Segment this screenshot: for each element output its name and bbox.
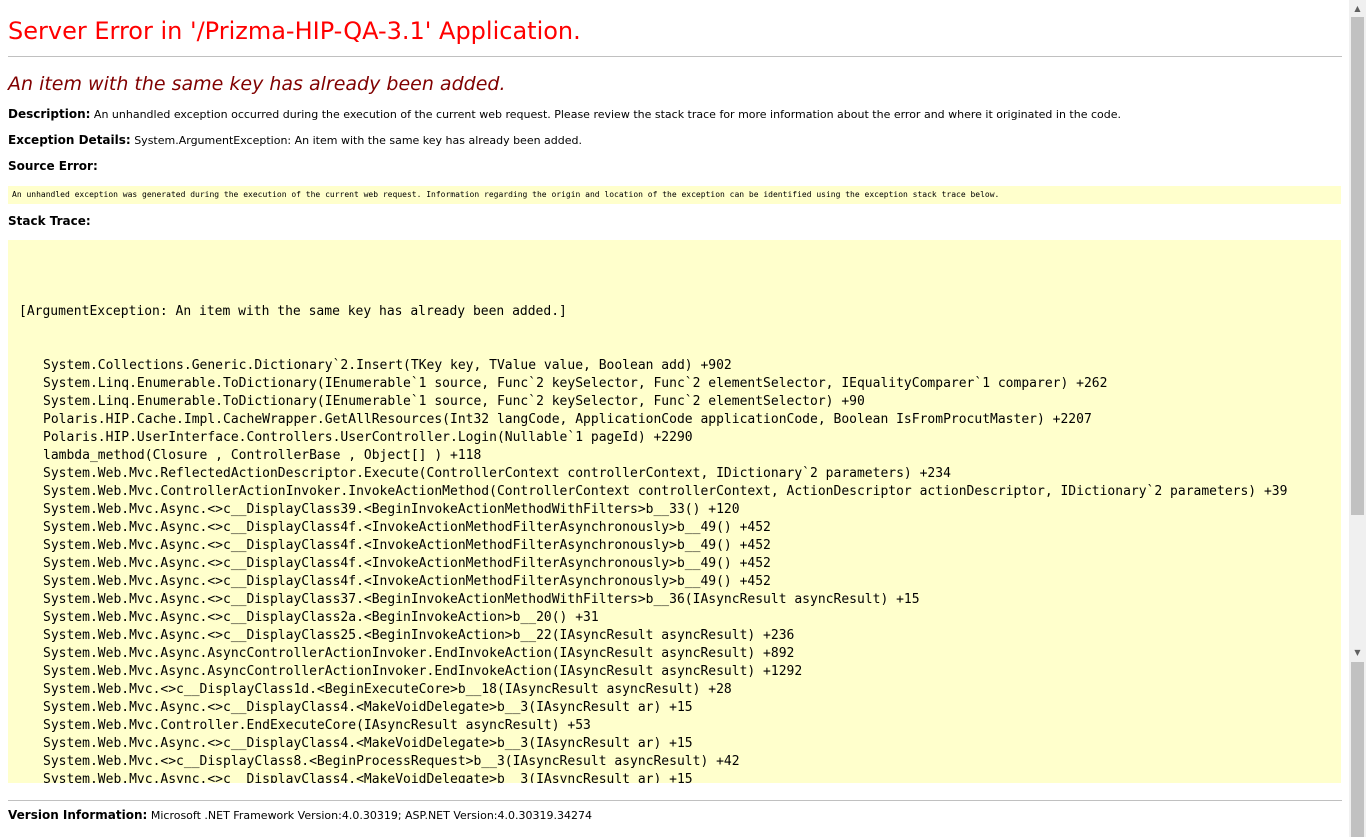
- version-information-text: Microsoft .NET Framework Version:4.0.303…: [150, 809, 592, 822]
- stack-frame: System.Web.Mvc.ReflectedActionDescriptor…: [43, 466, 951, 481]
- description-text: An unhandled exception occurred during t…: [93, 108, 1122, 121]
- error-page: Server Error in '/Prizma-HIP-QA-3.1' App…: [8, 0, 1342, 823]
- stack-frame: System.Web.Mvc.ControllerActionInvoker.I…: [43, 484, 1288, 499]
- stack-frame: System.Collections.Generic.Dictionary`2.…: [43, 358, 732, 373]
- stack-frame: System.Web.Mvc.Async.<>c__DisplayClass4.…: [43, 772, 693, 783]
- source-error-box: An unhandled exception was generated dur…: [8, 186, 1341, 204]
- stack-frame: System.Web.Mvc.<>c__DisplayClass8.<Begin…: [43, 754, 740, 769]
- exception-details-line: Exception Details: System.ArgumentExcept…: [8, 133, 1342, 148]
- stack-trace-box: [ArgumentException: An item with the sam…: [8, 240, 1341, 783]
- description-line: Description: An unhandled exception occu…: [8, 107, 1342, 122]
- scrollbar-track-lower[interactable]: [1351, 662, 1364, 837]
- stack-frame: System.Web.Mvc.Async.<>c__DisplayClass2a…: [43, 610, 599, 625]
- stack-frame: System.Web.Mvc.Async.<>c__DisplayClass4f…: [43, 556, 771, 571]
- stack-frame: System.Web.Mvc.Controller.EndExecuteCore…: [43, 718, 591, 733]
- stack-frame: System.Linq.Enumerable.ToDictionary(IEnu…: [43, 376, 1108, 391]
- stack-frame: System.Web.Mvc.Async.<>c__DisplayClass25…: [43, 628, 795, 643]
- page-title: Server Error in '/Prizma-HIP-QA-3.1' App…: [8, 17, 581, 45]
- error-message: An item with the same key has already be…: [8, 73, 506, 95]
- exception-details-label: Exception Details:: [8, 133, 131, 147]
- stack-frame: System.Web.Mvc.Async.<>c__DisplayClass4f…: [43, 574, 771, 589]
- stack-frame: lambda_method(Closure , ControllerBase ,…: [43, 448, 482, 463]
- scrollbar-thumb[interactable]: [1351, 17, 1364, 515]
- source-error-text: An unhandled exception was generated dur…: [12, 190, 1000, 199]
- version-information-label: Version Information:: [8, 808, 148, 822]
- stack-trace-frames: System.Collections.Generic.Dictionary`2.…: [19, 357, 1341, 783]
- vertical-scrollbar[interactable]: ▲ ▼: [1349, 0, 1366, 837]
- stack-trace-header: [ArgumentException: An item with the sam…: [19, 304, 567, 319]
- scroll-up-icon[interactable]: ▲: [1349, 0, 1366, 17]
- stack-frame: System.Web.Mvc.Async.AsyncControllerActi…: [43, 646, 795, 661]
- stack-frame: System.Linq.Enumerable.ToDictionary(IEnu…: [43, 394, 865, 409]
- source-error-heading: Source Error:: [8, 159, 1342, 174]
- stack-frame: System.Web.Mvc.Async.<>c__DisplayClass4f…: [43, 538, 771, 553]
- title-divider: [8, 56, 1342, 57]
- stack-frame: Polaris.HIP.Cache.Impl.CacheWrapper.GetA…: [43, 412, 1092, 427]
- stack-frame: System.Web.Mvc.Async.<>c__DisplayClass4.…: [43, 700, 693, 715]
- stack-frame: System.Web.Mvc.Async.<>c__DisplayClass4.…: [43, 736, 693, 751]
- stack-frame: System.Web.Mvc.Async.<>c__DisplayClass37…: [43, 592, 920, 607]
- footer-divider: [8, 800, 1342, 801]
- stack-frame: System.Web.Mvc.Async.AsyncControllerActi…: [43, 664, 803, 679]
- stack-frame: System.Web.Mvc.<>c__DisplayClass1d.<Begi…: [43, 682, 732, 697]
- stack-frame: System.Web.Mvc.Async.<>c__DisplayClass39…: [43, 502, 740, 517]
- stack-trace-label: Stack Trace:: [8, 214, 91, 228]
- stack-trace-heading: Stack Trace:: [8, 214, 1342, 229]
- scroll-down-icon[interactable]: ▼: [1349, 644, 1366, 661]
- description-label: Description:: [8, 107, 91, 121]
- exception-details-text: System.ArgumentException: An item with t…: [134, 134, 583, 147]
- stack-frame: Polaris.HIP.UserInterface.Controllers.Us…: [43, 430, 693, 445]
- version-information: Version Information: Microsoft .NET Fram…: [8, 808, 1342, 823]
- source-error-label: Source Error:: [8, 159, 98, 173]
- stack-frame: System.Web.Mvc.Async.<>c__DisplayClass4f…: [43, 520, 771, 535]
